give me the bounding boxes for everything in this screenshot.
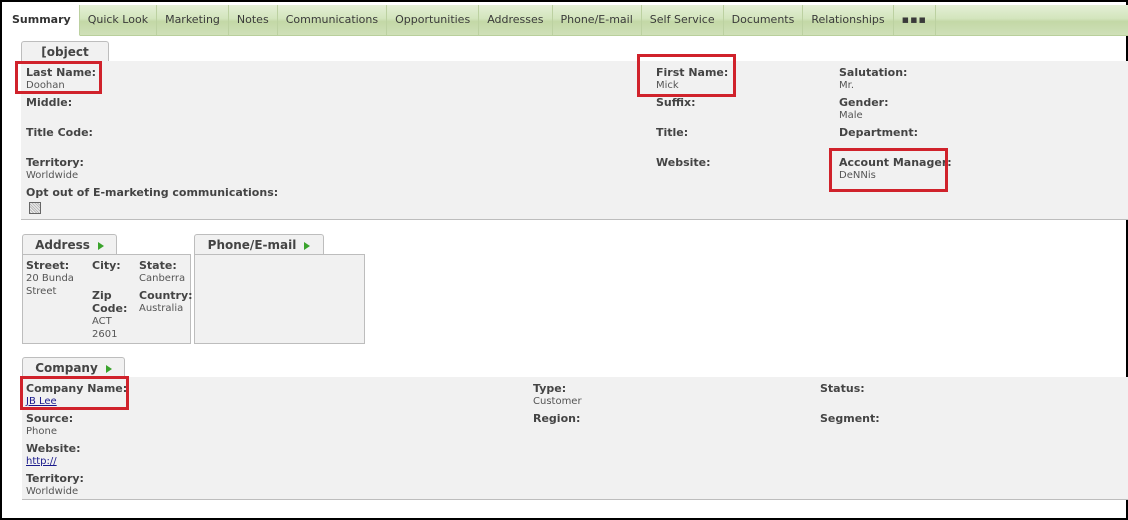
title-code-field: Title Code: [26, 126, 93, 139]
person-panel: Last Name: Doohan Middle: Title Code: Te… [21, 61, 1128, 220]
first-name-label: First Name: [656, 66, 729, 79]
department-field: Department: [839, 126, 918, 139]
city-field: City: [92, 259, 121, 272]
company-territory-value: Worldwide [26, 486, 79, 497]
tab-documents[interactable]: Documents [724, 5, 804, 35]
person-website-label: Website: [656, 156, 711, 169]
tab-self-service[interactable]: Self Service [642, 5, 724, 35]
company-website-link[interactable]: http:// [26, 455, 81, 468]
street-label: Street: [26, 259, 70, 272]
source-value: Phone [26, 426, 57, 437]
person-section-tab[interactable]: [object Object] [21, 41, 109, 79]
address-panel: Street: 20 Bunda Street City: Zip Code: … [22, 254, 193, 344]
gender-value: Male [839, 110, 863, 121]
gender-field: Gender: Male [839, 96, 888, 122]
tab-quick-look[interactable]: Quick Look [80, 5, 158, 35]
more-tabs-button[interactable]: ▪▪▪ [894, 5, 936, 35]
suffix-label: Suffix: [656, 96, 696, 109]
status-label: Status: [820, 382, 865, 395]
first-name-value: Mick [656, 80, 679, 91]
salutation-label: Salutation: [839, 66, 908, 79]
gender-label: Gender: [839, 96, 889, 109]
source-field: Source: Phone [26, 412, 73, 438]
opt-out-label: Opt out of E-marketing communications: [26, 186, 279, 199]
account-manager-value: DeNNis [839, 170, 876, 181]
zip-code-value-line-2: 2601 [92, 329, 118, 340]
salutation-field: Salutation: Mr. [839, 66, 907, 92]
company-website-field: Website: http:// [26, 442, 81, 468]
more-icon: ▪▪▪ [901, 13, 927, 26]
phone-email-section-tab[interactable]: Phone/E-mail [194, 234, 324, 254]
country-label: Country: [139, 289, 193, 302]
segment-label: Segment: [820, 412, 880, 425]
last-name-label: Last Name: [26, 66, 97, 79]
street-value-line-1: 20 Bunda [26, 273, 74, 284]
type-label: Type: [533, 382, 567, 395]
tab-summary[interactable]: Summary [4, 5, 80, 36]
tab-communications[interactable]: Communications [278, 5, 388, 35]
company-section-tab[interactable]: Company [22, 357, 125, 377]
tab-opportunities[interactable]: Opportunities [387, 5, 480, 35]
tab-notes[interactable]: Notes [229, 5, 278, 35]
status-field: Status: [820, 382, 865, 395]
expand-arrow-icon [97, 241, 104, 250]
state-value: Canberra [139, 273, 186, 284]
title-label: Title: [656, 126, 689, 139]
department-label: Department: [839, 126, 918, 139]
title-code-label: Title Code: [26, 126, 93, 139]
segment-field: Segment: [820, 412, 880, 425]
address-section-tab[interactable]: Address [22, 234, 117, 254]
territory-field: Territory: Worldwide [26, 156, 84, 182]
country-field: Country: Australia [139, 289, 193, 315]
company-panel: Company Name: JB Lee Source: Phone Websi… [22, 377, 1128, 500]
zip-code-label-line-2: Code: [92, 302, 128, 315]
middle-field: Middle: [26, 96, 72, 109]
street-value-line-2: Street [26, 286, 57, 297]
zip-code-value-line-1: ACT [92, 316, 112, 327]
opt-out-field: Opt out of E-marketing communications: [26, 186, 278, 214]
tab-bar: Summary Quick Look Marketing Notes Commu… [4, 5, 1128, 36]
salutation-value: Mr. [839, 80, 854, 91]
expand-arrow-icon [105, 364, 112, 373]
account-manager-field: Account Manager: DeNNis [839, 156, 952, 182]
title-field: Title: [656, 126, 688, 139]
tab-relationships[interactable]: Relationships [803, 5, 894, 35]
phone-email-panel [194, 254, 365, 344]
territory-label: Territory: [26, 156, 84, 169]
source-label: Source: [26, 412, 74, 425]
company-name-link[interactable]: JB Lee [26, 395, 127, 408]
suffix-field: Suffix: [656, 96, 696, 109]
type-field: Type: Customer [533, 382, 582, 408]
territory-value: Worldwide [26, 170, 79, 181]
company-territory-field: Territory: Worldwide [26, 472, 84, 498]
state-field: State: Canberra [139, 259, 185, 285]
last-name-value: Doohan [26, 80, 65, 91]
tab-marketing[interactable]: Marketing [157, 5, 229, 35]
company-section-title: Company [35, 361, 98, 375]
state-label: State: [139, 259, 177, 272]
middle-label: Middle: [26, 96, 73, 109]
company-territory-label: Territory: [26, 472, 84, 485]
company-name-field: Company Name: JB Lee [26, 382, 127, 408]
address-section-title: Address [35, 238, 90, 252]
country-value: Australia [139, 303, 184, 314]
person-website-field: Website: [656, 156, 711, 169]
last-name-field: Last Name: Doohan [26, 66, 96, 92]
city-label: City: [92, 259, 121, 272]
tab-phone-email[interactable]: Phone/E-mail [553, 5, 642, 35]
zip-code-label-line-1: Zip [92, 289, 112, 302]
type-value: Customer [533, 396, 582, 407]
company-name-label: Company Name: [26, 382, 128, 395]
company-website-label: Website: [26, 442, 81, 455]
first-name-field: First Name: Mick [656, 66, 728, 92]
account-manager-label: Account Manager: [839, 156, 952, 169]
opt-out-checkbox[interactable] [29, 202, 41, 214]
phone-email-section-title: Phone/E-mail [207, 238, 297, 252]
street-field: Street: 20 Bunda Street [26, 259, 74, 298]
region-label: Region: [533, 412, 581, 425]
region-field: Region: [533, 412, 580, 425]
zip-code-field: Zip Code: ACT 2601 [92, 289, 127, 341]
expand-arrow-icon [304, 241, 311, 250]
tab-addresses[interactable]: Addresses [479, 5, 553, 35]
